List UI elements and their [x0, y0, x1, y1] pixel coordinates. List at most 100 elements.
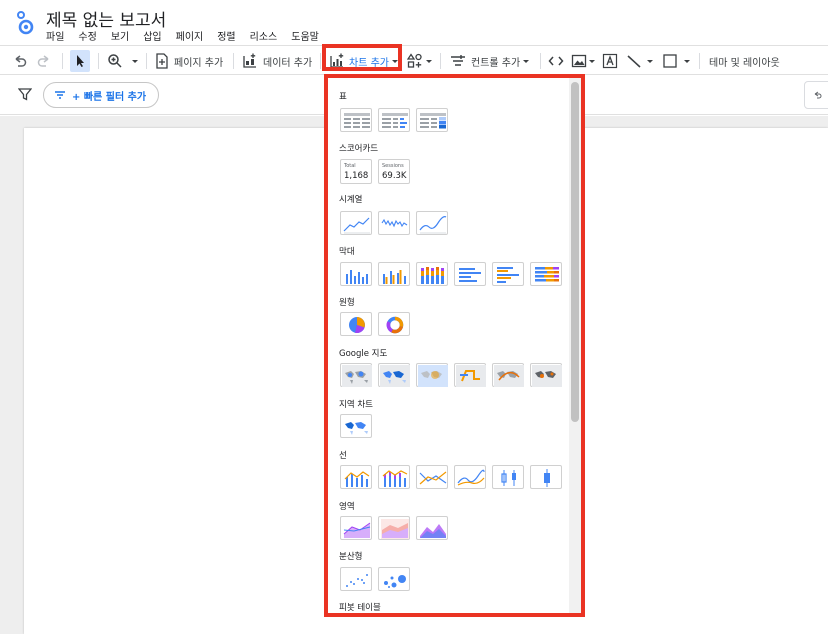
- chart-grouped-bar[interactable]: [492, 262, 524, 286]
- chart-line[interactable]: [416, 465, 448, 489]
- components-icon: [407, 53, 422, 68]
- theme-layout-label: 테마 및 레이아웃: [709, 57, 780, 69]
- bubble-chart-icon: [384, 575, 406, 588]
- add-component-button[interactable]: [407, 50, 433, 72]
- chart-scorecard[interactable]: Total 1,168: [340, 159, 372, 184]
- menu-help[interactable]: 도움말: [291, 28, 327, 43]
- chart-heatmap-map[interactable]: [416, 363, 448, 387]
- chevron-down-icon: [589, 60, 595, 63]
- line-button[interactable]: [626, 50, 654, 72]
- chart-type-menu: 표 스코어카드 Total 1,168 Sessions 69.3K 시계열 막…: [324, 74, 585, 617]
- text-box-button[interactable]: [602, 50, 618, 72]
- add-control-label: 컨트롤 추가: [471, 57, 521, 69]
- add-quick-filter-button[interactable]: + 빠른 필터 추가: [43, 82, 160, 108]
- add-data-button[interactable]: 데이터 추가: [242, 50, 312, 72]
- menu-resource[interactable]: 리소스: [250, 28, 286, 43]
- chart-bubble-map[interactable]: [340, 363, 372, 387]
- chart-table-bars[interactable]: [378, 108, 410, 132]
- chart-filled-map[interactable]: [378, 363, 410, 387]
- zoom-button[interactable]: [107, 50, 141, 72]
- chart-candlestick[interactable]: [492, 465, 524, 489]
- add-page-icon: [156, 53, 168, 69]
- cursor-icon: [77, 55, 84, 67]
- code-icon: [548, 56, 564, 66]
- chart-timeseries[interactable]: [340, 211, 372, 235]
- menu-insert[interactable]: 삽입: [143, 28, 169, 43]
- combo-chart-icon: [344, 471, 370, 487]
- menu-view[interactable]: 보기: [111, 28, 137, 43]
- add-page-label: 페이지 추가: [174, 57, 224, 69]
- section-label-scatter: 분산형: [339, 552, 363, 562]
- chart-stacked-area[interactable]: [378, 516, 410, 540]
- chart-combo-map[interactable]: [492, 363, 524, 387]
- chevron-down-icon: [426, 60, 432, 63]
- world-map-icon: [494, 365, 524, 387]
- embed-code-button[interactable]: [548, 50, 564, 72]
- world-map-icon: [418, 365, 448, 387]
- line-chart-icon: [419, 471, 447, 485]
- line-icon: [627, 55, 641, 68]
- world-map-icon: [532, 365, 562, 387]
- chart-column[interactable]: [340, 262, 372, 286]
- chart-geo[interactable]: [340, 414, 372, 438]
- world-map-icon: [456, 365, 486, 387]
- sparkline-icon: [381, 218, 408, 228]
- control-icon: [451, 55, 465, 66]
- add-control-button[interactable]: 컨트롤 추가: [450, 50, 530, 72]
- chevron-down-icon: [132, 60, 138, 63]
- chart-stacked-bar[interactable]: [530, 262, 562, 286]
- chart-line-map[interactable]: [454, 363, 486, 387]
- chart-smoothed-timeseries[interactable]: [416, 211, 448, 235]
- scorecard-value: 69.3K: [382, 171, 407, 181]
- chevron-down-icon: [647, 60, 653, 63]
- chart-smoothed-line[interactable]: [454, 465, 486, 489]
- chart-donut[interactable]: [378, 312, 410, 336]
- chart-candlestick-filled[interactable]: [530, 465, 562, 489]
- world-map-icon: [345, 422, 368, 435]
- chart-combo[interactable]: [340, 465, 372, 489]
- menu-arrange[interactable]: 정렬: [217, 28, 243, 43]
- section-label-google-maps: Google 지도: [339, 349, 388, 359]
- app-window: 제목 없는 보고서 파일 수정 보기 삽입 페이지 정렬 리소스 도움말 페이지…: [0, 0, 828, 634]
- image-button[interactable]: [571, 50, 596, 72]
- zoom-in-icon: [108, 54, 122, 68]
- chart-bubble[interactable]: [378, 567, 410, 591]
- chart-bar[interactable]: [454, 262, 486, 286]
- chart-sparkline[interactable]: [378, 211, 410, 235]
- add-data-icon: [243, 53, 256, 68]
- pie-chart-icon: [349, 317, 365, 334]
- chart-area[interactable]: [340, 516, 372, 540]
- table-bars-icon: [382, 113, 408, 128]
- chart-table-heatmap[interactable]: [416, 108, 448, 132]
- chart-table[interactable]: [340, 108, 372, 132]
- chart-pie[interactable]: [340, 312, 372, 336]
- theme-layout-button[interactable]: 테마 및 레이아웃: [709, 50, 780, 72]
- menu-scrollbar-thumb[interactable]: [571, 82, 579, 422]
- filter-icon[interactable]: [18, 87, 32, 101]
- reset-button[interactable]: [804, 81, 828, 109]
- section-label-bar: 막대: [339, 247, 355, 257]
- redo-button[interactable]: [36, 50, 52, 72]
- smoothed-timeseries-icon: [419, 216, 447, 234]
- chart-stacked-column[interactable]: [416, 262, 448, 286]
- smoothed-line-icon: [457, 469, 485, 486]
- chart-percent-area[interactable]: [416, 516, 448, 540]
- add-page-button[interactable]: 페이지 추가: [155, 50, 223, 72]
- looker-studio-logo-icon: [17, 11, 34, 35]
- menu-file[interactable]: 파일: [46, 28, 72, 43]
- chart-scatter[interactable]: [340, 567, 372, 591]
- section-label-scorecard: 스코어카드: [339, 144, 379, 154]
- select-tool-button[interactable]: [70, 50, 90, 72]
- grouped-column-icon: [383, 270, 406, 284]
- bar-chart-icon: [459, 268, 481, 282]
- column-chart-icon: [346, 270, 368, 284]
- undo-button[interactable]: [12, 50, 28, 72]
- menu-bar: 파일 수정 보기 삽입 페이지 정렬 리소스 도움말: [46, 28, 333, 43]
- chart-grouped-column[interactable]: [378, 262, 410, 286]
- chart-scorecard-compact[interactable]: Sessions 69.3K: [378, 159, 410, 184]
- shape-button[interactable]: [662, 50, 691, 72]
- chart-geo-bubble-map[interactable]: [530, 363, 562, 387]
- menu-edit[interactable]: 수정: [78, 28, 104, 43]
- menu-page[interactable]: 페이지: [176, 28, 212, 43]
- chart-stacked-combo[interactable]: [378, 465, 410, 489]
